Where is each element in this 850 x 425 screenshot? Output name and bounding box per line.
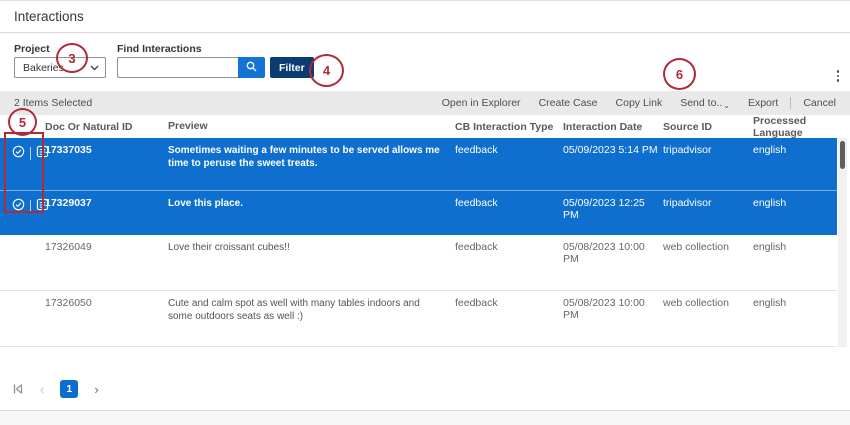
col-processed-language[interactable]: Processed Language	[753, 115, 837, 139]
cell-date: 05/09/2023 12:25 PM	[563, 191, 663, 235]
table-header: Doc Or Natural ID Preview CB Interaction…	[0, 115, 850, 138]
current-page-button[interactable]: 1	[60, 380, 78, 398]
table-body: 17337035 Sometimes waiting a few minutes…	[0, 138, 837, 347]
cell-type: feedback	[455, 138, 563, 190]
cell-language: english	[753, 291, 837, 346]
interactions-page: Interactions Project Find Interactions B…	[0, 0, 850, 425]
cell-language: english	[753, 191, 837, 235]
selection-toolbar: 2 Items Selected Open in Explorer Create…	[0, 91, 850, 115]
divider	[0, 32, 850, 33]
next-page-icon[interactable]: ›	[94, 382, 98, 397]
chevron-down-icon	[90, 62, 99, 74]
cell-doc-id: 17326049	[45, 235, 168, 290]
cell-date: 05/09/2023 5:14 PM	[563, 138, 663, 190]
cell-source: web collection	[663, 235, 753, 290]
toolbar-divider	[790, 97, 791, 109]
col-interaction-date[interactable]: Interaction Date	[563, 121, 663, 133]
cancel-button[interactable]: Cancel	[803, 97, 836, 109]
project-label: Project	[14, 43, 50, 55]
create-case-button[interactable]: Create Case	[539, 97, 598, 109]
table-row[interactable]: 17329037 Love this place. feedback 05/09…	[0, 191, 837, 235]
cell-doc-id: 17326050	[45, 291, 168, 346]
footer-band	[0, 410, 850, 425]
send-to-arrow-icon: ⌄	[723, 101, 730, 110]
prev-page-icon[interactable]: ‹	[40, 382, 44, 397]
scrollbar-thumb[interactable]	[840, 141, 845, 169]
annotation-badge-6: 6	[663, 58, 696, 90]
cell-source: tripadvisor	[663, 191, 753, 235]
cell-preview: Sometimes waiting a few minutes to be se…	[168, 138, 455, 190]
annotation-badge-3: 3	[56, 43, 88, 73]
table-row[interactable]: 17337035 Sometimes waiting a few minutes…	[0, 138, 837, 191]
find-interactions-label: Find Interactions	[117, 43, 202, 55]
cell-language: english	[753, 235, 837, 290]
selected-count: 2 Items Selected	[14, 97, 92, 109]
col-cb-interaction-type[interactable]: CB Interaction Type	[455, 121, 563, 133]
cell-preview: Cute and calm spot as well with many tab…	[168, 291, 455, 346]
cell-language: english	[753, 138, 837, 190]
cell-source: web collection	[663, 291, 753, 346]
pagination: ‹ 1 ›	[12, 380, 99, 398]
table-row[interactable]: 17326049 Love their croissant cubes!! fe…	[0, 235, 837, 291]
kebab-menu-icon[interactable]	[831, 67, 845, 85]
open-in-explorer-button[interactable]: Open in Explorer	[442, 97, 521, 109]
col-preview[interactable]: Preview	[168, 120, 455, 133]
cell-preview: Love this place.	[168, 191, 455, 235]
cell-doc-id: 17329037	[45, 191, 168, 235]
col-source-id[interactable]: Source ID	[663, 121, 753, 133]
search-button[interactable]	[238, 57, 265, 78]
filter-button[interactable]: Filter	[270, 57, 314, 78]
export-button[interactable]: Export	[748, 97, 778, 109]
col-doc-or-natural-id[interactable]: Doc Or Natural ID	[45, 121, 168, 133]
send-to-button[interactable]: Send to..⌄	[680, 97, 730, 110]
annotation-badge-4: 4	[309, 54, 344, 87]
cell-date: 05/08/2023 10:00 PM	[563, 291, 663, 346]
annotation-rectangle-5	[4, 132, 44, 213]
find-interactions-input[interactable]	[117, 57, 238, 78]
cell-source: tripadvisor	[663, 138, 753, 190]
copy-link-button[interactable]: Copy Link	[616, 97, 663, 109]
page-title: Interactions	[14, 9, 84, 24]
cell-type: feedback	[455, 235, 563, 290]
search-icon	[246, 60, 257, 75]
cell-doc-id: 17337035	[45, 138, 168, 190]
cell-preview: Love their croissant cubes!!	[168, 235, 455, 290]
cell-type: feedback	[455, 191, 563, 235]
scrollbar-track[interactable]	[838, 138, 847, 347]
table-row[interactable]: 17326050 Cute and calm spot as well with…	[0, 291, 837, 347]
cell-date: 05/08/2023 10:00 PM	[563, 235, 663, 290]
first-page-icon[interactable]	[12, 383, 24, 395]
cell-type: feedback	[455, 291, 563, 346]
